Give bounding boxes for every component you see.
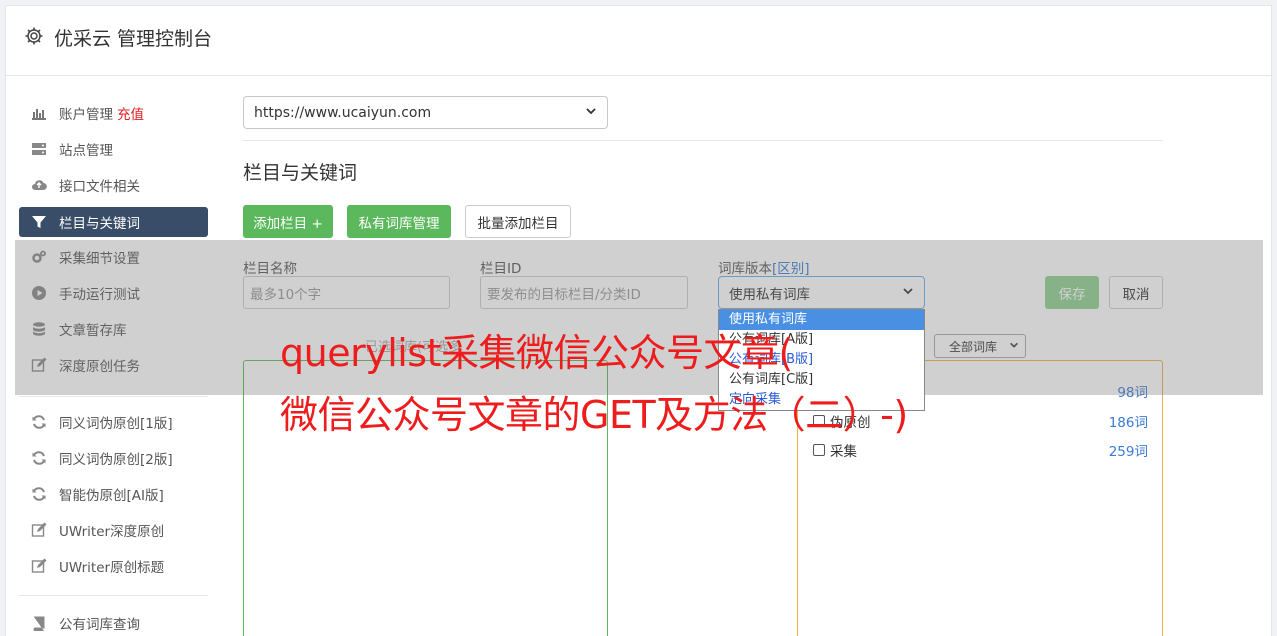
sidebar-divider: [19, 595, 208, 596]
sidebar-divider: [19, 396, 208, 397]
sidebar-item-label: 接口文件相关: [59, 179, 140, 195]
top-bar: 优采云 管理控制台: [6, 6, 1273, 76]
book-icon: [29, 615, 49, 631]
list-item[interactable]: 采集 259词: [813, 440, 1148, 460]
edit-icon: [29, 558, 49, 574]
gear-icon: [24, 26, 44, 46]
sidebar-item-label: UWriter原创标题: [59, 560, 165, 576]
refresh-icon: [29, 450, 49, 466]
chevron-down-icon: [585, 105, 597, 121]
section-title: 栏目与关键词: [243, 162, 358, 184]
batch-add-column-button[interactable]: 批量添加栏目: [465, 205, 571, 238]
refresh-icon: [29, 486, 49, 502]
server-icon: [29, 141, 49, 157]
add-column-button[interactable]: 添加栏目 +: [243, 205, 333, 238]
sidebar-item-label: UWriter深度原创: [59, 524, 165, 540]
checkbox[interactable]: [813, 444, 825, 456]
site-select[interactable]: https://www.ucaiyun.com: [243, 96, 608, 129]
sidebar-item-sites[interactable]: 站点管理: [19, 134, 208, 164]
private-library-button[interactable]: 私有词库管理: [347, 205, 451, 238]
bar-chart-icon: [29, 105, 49, 121]
sidebar-item-ai-rewrite[interactable]: 智能伪原创[AI版]: [19, 479, 208, 509]
cloud-upload-icon: [29, 177, 49, 193]
sidebar-item-label: 栏目与关键词: [59, 216, 140, 232]
sidebar-item-interface[interactable]: 接口文件相关: [19, 170, 208, 200]
sidebar-item-columns[interactable]: 栏目与关键词: [19, 207, 208, 237]
sidebar-item-label: 智能伪原创[AI版]: [59, 488, 164, 504]
sidebar-item-label: 同义词伪原创[2版]: [59, 452, 173, 468]
sidebar-item-label: 站点管理: [59, 143, 113, 159]
sidebar-item-uwriter-deep[interactable]: UWriter深度原创: [19, 515, 208, 545]
headline-line-2: 微信公众号文章的GET及方法（二）-): [280, 393, 908, 437]
refresh-icon: [29, 414, 49, 430]
sidebar-item-synonym-v1[interactable]: 同义词伪原创[1版]: [19, 407, 208, 437]
sidebar-item-synonym-v2[interactable]: 同义词伪原创[2版]: [19, 443, 208, 473]
sidebar-item-public-lib[interactable]: 公有词库查询: [19, 608, 208, 636]
sidebar-item-account[interactable]: 账户管理 充值: [19, 98, 208, 128]
sidebar-item-label: 账户管理: [59, 107, 113, 123]
divider: [243, 140, 1163, 141]
filter-icon: [29, 214, 49, 230]
sidebar-item-uwriter-title[interactable]: UWriter原创标题: [19, 551, 208, 581]
edit-icon: [29, 522, 49, 538]
word-count: 259词: [1108, 444, 1148, 460]
recharge-link[interactable]: 充值: [117, 103, 144, 123]
word-count: 186词: [1108, 415, 1148, 431]
app-title: 优采云 管理控制台: [54, 28, 213, 50]
sidebar-item-label: 同义词伪原创[1版]: [59, 416, 173, 432]
sidebar-item-label: 公有词库查询: [59, 617, 140, 633]
headline-line-1: querylist采集微信公众号文章(: [280, 331, 793, 375]
